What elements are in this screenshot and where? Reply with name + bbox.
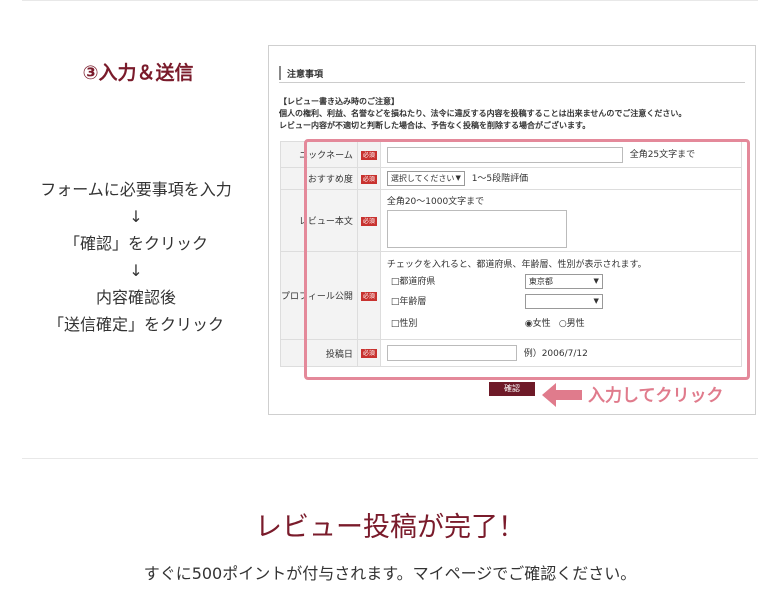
step-arrow: ↓ — [129, 261, 143, 280]
step-line: フォームに必要事項を入力 — [40, 180, 232, 199]
complete-text: すぐに500ポイントが付与されます。マイページでご確認ください。 — [143, 564, 637, 583]
top-divider — [22, 0, 758, 1]
step-arrow: ↓ — [129, 207, 143, 226]
step-description: フォームに必要事項を入力 ↓ 「確認」をクリック ↓ 内容確認後 「送信確定」を… — [20, 176, 252, 338]
callout-text: 入力してクリック — [588, 386, 724, 406]
step-line: 「送信確定」をクリック — [47, 315, 224, 334]
section-divider — [22, 458, 758, 459]
notice-line: 個人の権利、利益、名誉などを損ねたり、法令に違反する内容を投稿することは出来ませ… — [279, 109, 687, 118]
notice-heading-text: 注意事項 — [287, 70, 324, 80]
step-line: 「確認」をクリック — [63, 234, 208, 253]
step-title: ③入力＆送信 — [82, 62, 194, 84]
notice-line: レビュー内容が不適切と判断した場合は、予告なく投稿を削除する場合がございます。 — [279, 121, 591, 130]
notice-heading: 注意事項 — [279, 64, 745, 83]
left-arrow-icon — [542, 383, 582, 407]
notice-text: 【レビュー書き込み時のご注意】 個人の権利、利益、名誉などを損ねたり、法令に違反… — [279, 96, 686, 132]
confirm-button[interactable]: 確認 — [489, 382, 535, 396]
highlight-frame — [304, 139, 750, 380]
notice-line: 【レビュー書き込み時のご注意】 — [279, 97, 399, 106]
step-line: 内容確認後 — [95, 288, 176, 307]
complete-title: レビュー投稿が完了！ — [255, 512, 525, 543]
